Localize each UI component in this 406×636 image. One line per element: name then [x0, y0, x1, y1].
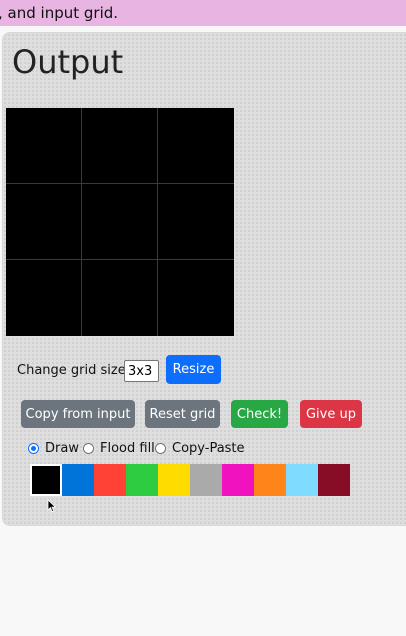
instruction-banner: , and input grid.	[0, 0, 406, 26]
grid-cell[interactable]	[82, 184, 158, 260]
grid-cell[interactable]	[6, 108, 82, 184]
grid-cell[interactable]	[6, 184, 82, 260]
resize-button[interactable]: Resize	[166, 355, 221, 384]
draw-label: Draw	[45, 441, 79, 456]
color-swatch[interactable]	[190, 464, 222, 496]
grid-size-input[interactable]	[124, 360, 159, 382]
grid-cell[interactable]	[82, 108, 158, 184]
give-up-button[interactable]: Give up	[300, 400, 362, 428]
reset-grid-button[interactable]: Reset grid	[145, 400, 220, 428]
color-swatch[interactable]	[94, 464, 126, 496]
output-title: Output	[12, 43, 124, 81]
grid-cell[interactable]	[6, 260, 82, 336]
draw-radio[interactable]	[28, 443, 39, 454]
grid-cell[interactable]	[158, 184, 234, 260]
flood-fill-label: Flood fill	[100, 441, 155, 456]
color-palette	[30, 464, 350, 496]
color-swatch[interactable]	[62, 464, 94, 496]
color-swatch[interactable]	[30, 464, 62, 496]
color-swatch[interactable]	[318, 464, 350, 496]
flood-fill-radio[interactable]	[83, 443, 94, 454]
color-swatch[interactable]	[286, 464, 318, 496]
mouse-pointer-icon	[47, 499, 57, 513]
grid-cell[interactable]	[158, 260, 234, 336]
grid-size-label: Change grid size:	[17, 363, 131, 378]
output-grid[interactable]	[6, 108, 234, 336]
copy-paste-label: Copy-Paste	[172, 441, 245, 456]
copy-from-input-button[interactable]: Copy from input	[21, 400, 135, 428]
color-swatch[interactable]	[254, 464, 286, 496]
banner-text: , and input grid.	[0, 4, 119, 22]
copy-paste-radio[interactable]	[155, 443, 166, 454]
grid-cell[interactable]	[158, 108, 234, 184]
grid-cell[interactable]	[82, 260, 158, 336]
color-swatch[interactable]	[158, 464, 190, 496]
color-swatch[interactable]	[222, 464, 254, 496]
color-swatch[interactable]	[126, 464, 158, 496]
check-button[interactable]: Check!	[231, 400, 288, 428]
